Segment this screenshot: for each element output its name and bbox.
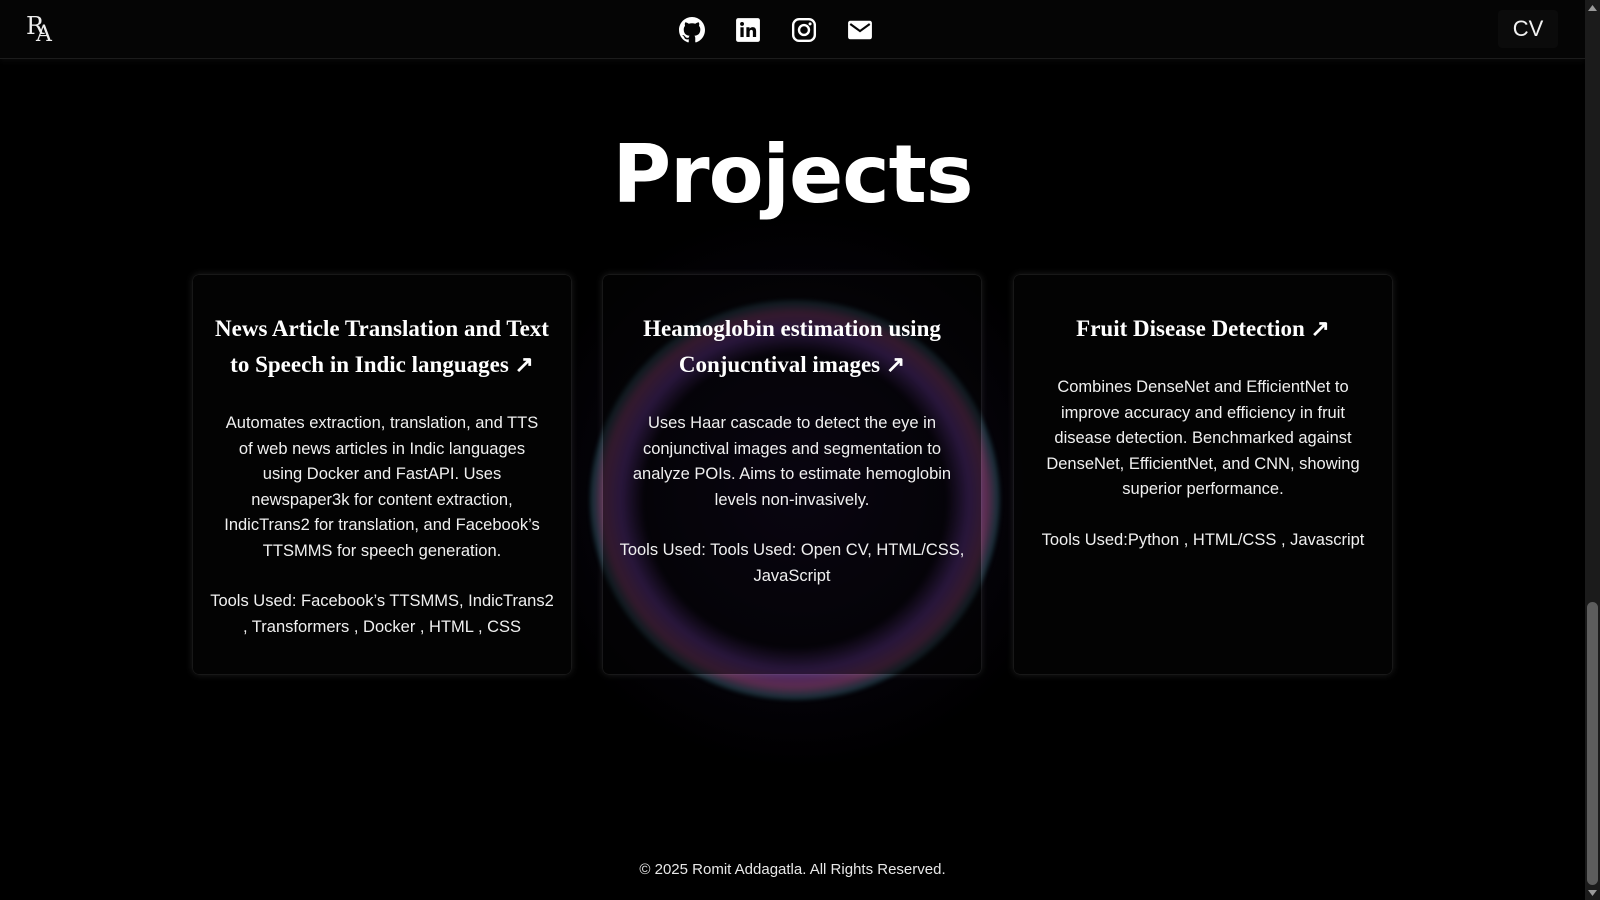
logo-letter-a: A xyxy=(36,22,52,47)
social-links xyxy=(678,16,874,44)
top-navbar: R A CV xyxy=(0,0,1585,59)
project-card: Fruit Disease Detection ↗ Combines Dense… xyxy=(1014,275,1392,674)
project-card: News Article Translation and Text to Spe… xyxy=(193,275,571,674)
footer-copyright: © 2025 Romit Addagatla. All Rights Reser… xyxy=(639,861,946,878)
project-title-link[interactable]: News Article Translation and Text to Spe… xyxy=(213,311,551,383)
project-tools: Tools Used: Facebook’s TTSMMS, IndicTran… xyxy=(210,592,554,636)
site-logo[interactable]: R A xyxy=(26,12,60,48)
scroll-up-arrow-icon[interactable] xyxy=(1585,0,1600,15)
instagram-icon[interactable] xyxy=(790,16,818,44)
linkedin-icon[interactable] xyxy=(734,16,762,44)
project-tools: Tools Used:Python , HTML/CSS , Javascrip… xyxy=(1041,530,1365,549)
github-icon[interactable] xyxy=(678,16,706,44)
project-card: Heamoglobin estimation using Conjucntiva… xyxy=(603,275,981,674)
page-title: Projects xyxy=(612,128,973,221)
scroll-down-arrow-icon[interactable] xyxy=(1585,885,1600,900)
cv-button[interactable]: CV xyxy=(1498,10,1558,48)
project-cards: News Article Translation and Text to Spe… xyxy=(193,275,1393,675)
project-title-link[interactable]: Fruit Disease Detection ↗ xyxy=(1034,311,1372,347)
mail-icon[interactable] xyxy=(846,16,874,44)
project-description: Combines DenseNet and EfficientNet to im… xyxy=(1046,378,1360,498)
page-scrollbar[interactable] xyxy=(1585,0,1600,900)
project-title-link[interactable]: Heamoglobin estimation using Conjucntiva… xyxy=(623,311,961,383)
scrollbar-thumb[interactable] xyxy=(1587,602,1598,885)
project-description: Automates extraction, translation, and T… xyxy=(224,414,540,560)
project-description: Uses Haar cascade to detect the eye in c… xyxy=(632,414,952,509)
project-tools: Tools Used: Tools Used: Open CV, HTML/CS… xyxy=(619,541,965,585)
